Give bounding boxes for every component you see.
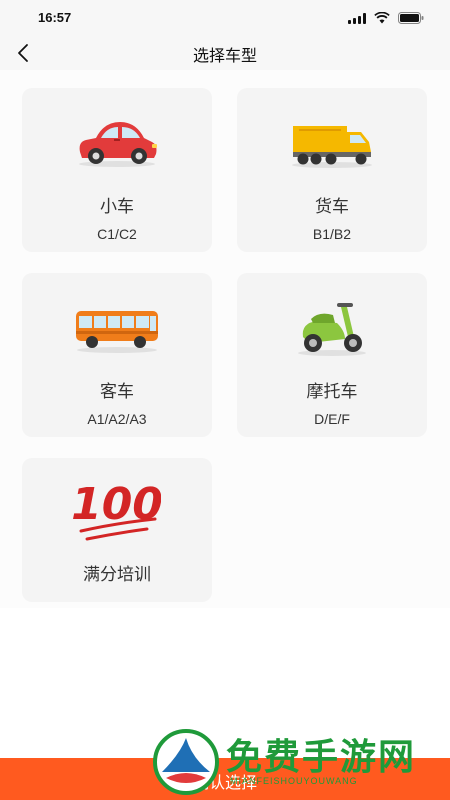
battery-icon [398,12,424,24]
card-code: D/E/F [314,411,350,427]
card-code: B1/B2 [312,226,352,242]
bus-icon [22,291,212,363]
confirm-button-label: 确认选择 [192,775,257,792]
card-name: 满分培训 [83,565,151,584]
signal-icon [348,12,366,24]
card-code: C1/C2 [97,226,137,242]
card-code: A1/A2/A3 [87,411,147,427]
card-truck[interactable]: 货车 B1/B2 [237,88,427,252]
card-name: 客车 [100,382,134,401]
scooter-icon [237,291,427,363]
car-icon [22,106,212,178]
hundred-icon: 100 [22,468,212,550]
status-time: 16:57 [38,10,72,25]
nav-bar: 选择车型 [0,36,450,70]
confirm-button[interactable]: 确认选择 [0,758,450,800]
status-bar: 16:57 [0,0,450,36]
card-name: 摩托车 [306,382,358,401]
wifi-icon [374,12,390,24]
card-full-score-training[interactable]: 100 满分培训 [22,458,212,602]
card-name: 货车 [315,197,349,216]
card-name: 小车 [100,197,134,216]
card-motorcycle[interactable]: 摩托车 D/E/F [237,273,427,437]
page-title: 选择车型 [192,48,257,65]
hundred-badge-text: 100 [73,479,161,530]
status-icons [348,12,424,24]
vehicle-grid: 小车 C1/C2 货车 B1/B2 客车 A1/A2/A3 摩托车 D/E/F … [0,70,450,608]
card-small-car[interactable]: 小车 C1/C2 [22,88,212,252]
truck-icon [237,106,427,178]
card-bus[interactable]: 客车 A1/A2/A3 [22,273,212,437]
